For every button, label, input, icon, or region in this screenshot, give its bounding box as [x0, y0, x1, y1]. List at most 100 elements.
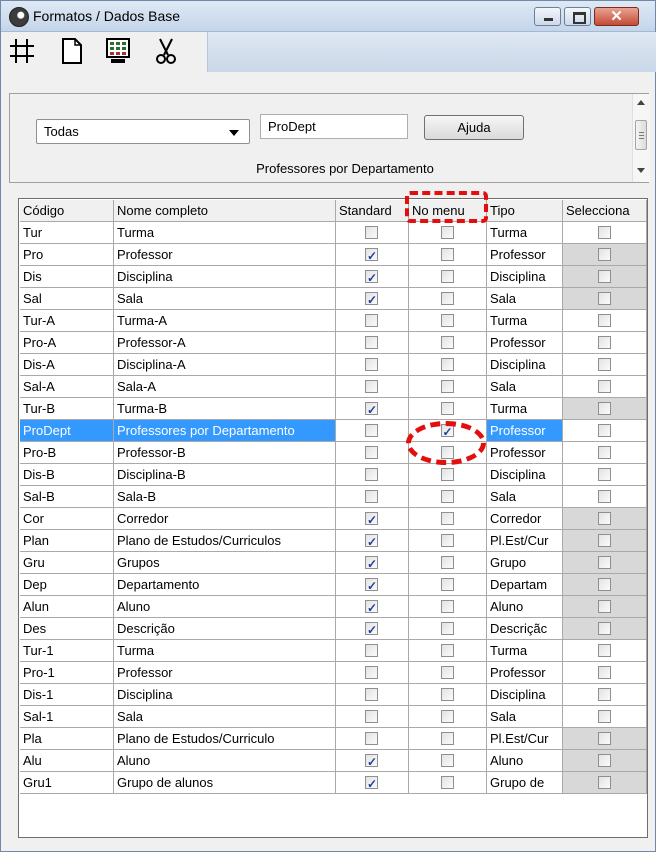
- in-menu-checkbox[interactable]: [440, 512, 454, 525]
- column-header-standard[interactable]: Standard: [336, 200, 409, 222]
- cell-code[interactable]: Tur: [20, 222, 114, 244]
- select-checkbox[interactable]: [597, 666, 611, 679]
- in-menu-checkbox[interactable]: [440, 292, 454, 305]
- cell-code[interactable]: Tur-1: [20, 640, 114, 662]
- cell-full-name[interactable]: Disciplina-A: [114, 354, 336, 376]
- cell-code[interactable]: Dis-1: [20, 684, 114, 706]
- column-header-type[interactable]: Tipo: [487, 200, 563, 222]
- standard-checkbox[interactable]: [365, 468, 378, 481]
- cell-type[interactable]: Pl.Est/Cur: [487, 728, 563, 750]
- in-menu-checkbox[interactable]: [440, 776, 454, 789]
- in-menu-checkbox[interactable]: [440, 644, 454, 657]
- standard-checkbox[interactable]: [365, 358, 378, 371]
- cell-code[interactable]: Des: [20, 618, 114, 640]
- cell-full-name[interactable]: Professor: [114, 244, 336, 266]
- cell-full-name[interactable]: Professor-B: [114, 442, 336, 464]
- cell-code[interactable]: Sal-B: [20, 486, 114, 508]
- code-input[interactable]: ProDept: [260, 114, 408, 139]
- cell-type[interactable]: Professor: [487, 332, 563, 354]
- in-menu-checkbox[interactable]: [440, 358, 454, 371]
- select-checkbox[interactable]: [597, 512, 611, 525]
- select-checkbox[interactable]: [597, 226, 611, 239]
- standard-checkbox[interactable]: [365, 710, 378, 723]
- select-checkbox[interactable]: [597, 578, 611, 591]
- in-menu-checkbox[interactable]: [440, 666, 454, 679]
- cell-full-name[interactable]: Sala: [114, 288, 336, 310]
- cell-type[interactable]: Sala: [487, 706, 563, 728]
- cell-code[interactable]: Tur-A: [20, 310, 114, 332]
- standard-checkbox[interactable]: [365, 576, 378, 595]
- select-checkbox[interactable]: [597, 688, 611, 701]
- cell-type[interactable]: Turma: [487, 310, 563, 332]
- column-header-code[interactable]: Código: [20, 200, 114, 222]
- standard-checkbox[interactable]: [365, 446, 378, 459]
- standard-checkbox[interactable]: [365, 752, 378, 771]
- select-checkbox[interactable]: [597, 600, 611, 613]
- standard-checkbox[interactable]: [365, 226, 378, 239]
- standard-checkbox[interactable]: [365, 380, 378, 393]
- standard-checkbox[interactable]: [365, 268, 378, 287]
- cell-code[interactable]: Gru1: [20, 772, 114, 794]
- standard-checkbox[interactable]: [365, 532, 378, 551]
- in-menu-checkbox[interactable]: [440, 688, 454, 701]
- cell-code[interactable]: Pro-A: [20, 332, 114, 354]
- in-menu-checkbox[interactable]: [440, 600, 454, 613]
- in-menu-checkbox[interactable]: [440, 622, 454, 635]
- standard-checkbox[interactable]: [365, 290, 378, 309]
- cell-type[interactable]: Disciplina: [487, 684, 563, 706]
- cell-full-name[interactable]: Professor-A: [114, 332, 336, 354]
- close-button[interactable]: ✕: [594, 7, 639, 26]
- in-menu-checkbox[interactable]: [440, 336, 454, 349]
- scroll-down-icon[interactable]: [637, 168, 645, 173]
- scroll-up-icon[interactable]: [637, 100, 645, 105]
- cell-type[interactable]: Descriçãc: [487, 618, 563, 640]
- standard-checkbox[interactable]: [365, 598, 378, 617]
- standard-checkbox[interactable]: [365, 246, 378, 265]
- cell-code[interactable]: Cor: [20, 508, 114, 530]
- select-checkbox[interactable]: [597, 534, 611, 547]
- scissors-icon[interactable]: [151, 36, 181, 66]
- column-header-full-name[interactable]: Nome completo: [114, 200, 336, 222]
- cell-full-name[interactable]: Professor: [114, 662, 336, 684]
- cell-code[interactable]: Pro-B: [20, 442, 114, 464]
- standard-checkbox[interactable]: [365, 336, 378, 349]
- in-menu-checkbox[interactable]: [440, 468, 454, 481]
- cell-type[interactable]: Disciplina: [487, 354, 563, 376]
- cell-full-name[interactable]: Grupo de alunos: [114, 772, 336, 794]
- in-menu-checkbox[interactable]: [440, 710, 454, 723]
- in-menu-checkbox[interactable]: [440, 270, 454, 283]
- cell-full-name[interactable]: Plano de Estudos/Curriculo: [114, 728, 336, 750]
- cell-type[interactable]: Turma: [487, 398, 563, 420]
- scroll-thumb[interactable]: [635, 120, 647, 150]
- cell-full-name[interactable]: Aluno: [114, 750, 336, 772]
- select-checkbox[interactable]: [597, 380, 611, 393]
- cell-code[interactable]: Pla: [20, 728, 114, 750]
- standard-checkbox[interactable]: [365, 510, 378, 529]
- in-menu-checkbox[interactable]: [440, 380, 454, 393]
- monitor-icon[interactable]: [103, 36, 133, 66]
- in-menu-checkbox[interactable]: [440, 490, 454, 503]
- cell-type[interactable]: Sala: [487, 288, 563, 310]
- cell-full-name[interactable]: Aluno: [114, 596, 336, 618]
- cell-full-name[interactable]: Turma: [114, 222, 336, 244]
- maximize-button[interactable]: [564, 7, 591, 26]
- cell-type[interactable]: Sala: [487, 376, 563, 398]
- cell-full-name[interactable]: Professores por Departamento: [114, 420, 336, 442]
- cell-type[interactable]: Disciplina: [487, 464, 563, 486]
- standard-checkbox[interactable]: [365, 424, 378, 437]
- in-menu-checkbox[interactable]: [440, 314, 454, 327]
- cell-type[interactable]: Turma: [487, 222, 563, 244]
- cell-full-name[interactable]: Turma: [114, 640, 336, 662]
- select-checkbox[interactable]: [597, 754, 611, 767]
- select-checkbox[interactable]: [597, 292, 611, 305]
- cell-code[interactable]: Tur-B: [20, 398, 114, 420]
- help-button[interactable]: Ajuda: [424, 115, 524, 140]
- in-menu-checkbox[interactable]: [440, 226, 454, 239]
- cell-type[interactable]: Grupo: [487, 552, 563, 574]
- select-checkbox[interactable]: [597, 358, 611, 371]
- standard-checkbox[interactable]: [365, 774, 378, 793]
- standard-checkbox[interactable]: [365, 400, 378, 419]
- select-checkbox[interactable]: [597, 622, 611, 635]
- standard-checkbox[interactable]: [365, 688, 378, 701]
- cell-type[interactable]: Corredor: [487, 508, 563, 530]
